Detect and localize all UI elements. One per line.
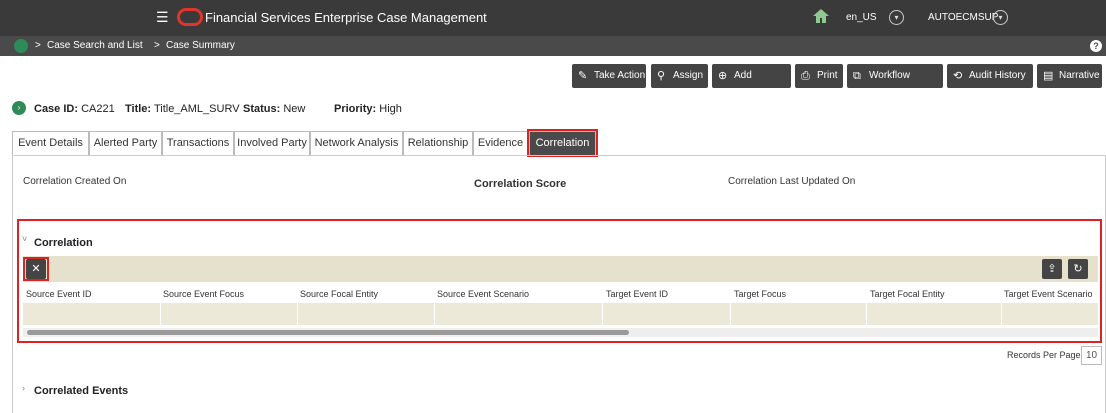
narrative-icon: ▤ (1043, 70, 1054, 82)
column-divider (160, 303, 161, 325)
export-icon[interactable]: ⇪ (1042, 259, 1062, 279)
tab-event-details[interactable]: Event Details (12, 131, 89, 155)
tab-relationship[interactable]: Relationship (403, 131, 473, 155)
table-row-empty (23, 303, 1098, 325)
records-per-page-input[interactable]: 10 (1081, 346, 1102, 365)
correlation-created-on-label: Correlation Created On (23, 176, 127, 187)
scrollbar-thumb[interactable] (27, 330, 629, 335)
user-menu[interactable]: AUTOECMSUP (928, 12, 998, 23)
home-icon[interactable] (14, 39, 28, 53)
column-divider (434, 303, 435, 325)
help-icon[interactable]: ? (1090, 40, 1102, 52)
hamburger-icon[interactable]: ☰ (156, 10, 170, 24)
expand-case-icon[interactable]: › (12, 101, 26, 115)
assign-icon: ⚲ (657, 70, 666, 82)
collapse-icon[interactable]: ˅ (22, 234, 27, 244)
print-icon: ⎙ (801, 70, 810, 82)
app-header: ☰ Financial Services Enterprise Case Man… (0, 0, 1106, 36)
column-header-source-event-id[interactable]: Source Event ID (26, 289, 92, 299)
tab-correlation-highlight (527, 129, 598, 157)
breadcrumb: > Case Search and List > Case Summary ? (0, 36, 1106, 56)
column-divider (1001, 303, 1002, 325)
column-header-source-event-scenario[interactable]: Source Event Scenario (437, 289, 529, 299)
records-per-page-label: Records Per Page (1007, 350, 1081, 360)
column-divider (866, 303, 867, 325)
expand-icon[interactable]: › (22, 383, 25, 393)
breadcrumb-separator: > (154, 40, 160, 51)
assign-button[interactable]: ⚲ Assign (651, 64, 708, 88)
column-header-target-focus[interactable]: Target Focus (734, 289, 786, 299)
column-header-target-event-id[interactable]: Target Event ID (606, 289, 668, 299)
home-icon[interactable] (812, 8, 830, 24)
column-header-target-focal-entity[interactable]: Target Focal Entity (870, 289, 945, 299)
tab-evidence[interactable]: Evidence (473, 131, 528, 155)
column-header-source-focal-entity[interactable]: Source Focal Entity (300, 289, 378, 299)
add-evidence-icon: ⊕ (718, 70, 728, 82)
refresh-icon[interactable]: ↻ (1068, 259, 1088, 279)
column-header-source-event-focus[interactable]: Source Event Focus (163, 289, 244, 299)
locale-selector[interactable]: en_US (846, 12, 877, 23)
narrative-button[interactable]: ▤ Narrative (1037, 64, 1102, 88)
oracle-logo-icon (177, 8, 203, 26)
case-priority: Priority: High (334, 103, 402, 115)
tools-button-highlight (23, 257, 49, 281)
tab-transactions[interactable]: Transactions (162, 131, 234, 155)
grid-toolbar (23, 256, 1098, 282)
column-divider (602, 303, 603, 325)
chevron-down-icon[interactable]: ▾ (993, 10, 1008, 25)
tab-involved-party[interactable]: Involved Party (234, 131, 310, 155)
audit-history-button[interactable]: ⟲ Audit History (947, 64, 1033, 88)
workflow-monitor-icon: ⧉ (853, 70, 861, 82)
case-id: Case ID: CA221 (34, 103, 115, 115)
tab-alerted-party[interactable]: Alerted Party (89, 131, 162, 155)
correlation-last-updated-label: Correlation Last Updated On (728, 176, 856, 187)
add-evidence-button[interactable]: ⊕ Add Evidence (712, 64, 791, 105)
chevron-down-icon[interactable]: ▾ (889, 10, 904, 25)
audit-history-icon: ⟲ (953, 70, 963, 82)
column-divider (730, 303, 731, 325)
workflow-monitor-button[interactable]: ⧉ Workflow Monitor (847, 64, 943, 105)
breadcrumb-item-case-search[interactable]: Case Search and List (47, 40, 143, 51)
breadcrumb-separator: > (35, 40, 41, 51)
correlation-score-label: Correlation Score (474, 178, 567, 190)
print-button[interactable]: ⎙ Print (795, 64, 843, 88)
take-action-icon: ✎ (578, 70, 588, 82)
case-title: Title: Title_AML_SURV (125, 103, 240, 115)
column-header-target-event-scenario[interactable]: Target Event Scenario (1004, 289, 1093, 299)
case-status: Status: New (243, 103, 306, 115)
app-title: Financial Services Enterprise Case Manag… (205, 10, 487, 25)
correlation-section-title[interactable]: Correlation (34, 237, 93, 249)
correlated-events-title[interactable]: Correlated Events (34, 385, 128, 397)
column-divider (297, 303, 298, 325)
breadcrumb-item-case-summary[interactable]: Case Summary (166, 40, 235, 51)
tab-network-analysis[interactable]: Network Analysis (310, 131, 403, 155)
take-action-button[interactable]: ✎ Take Action (572, 64, 646, 88)
